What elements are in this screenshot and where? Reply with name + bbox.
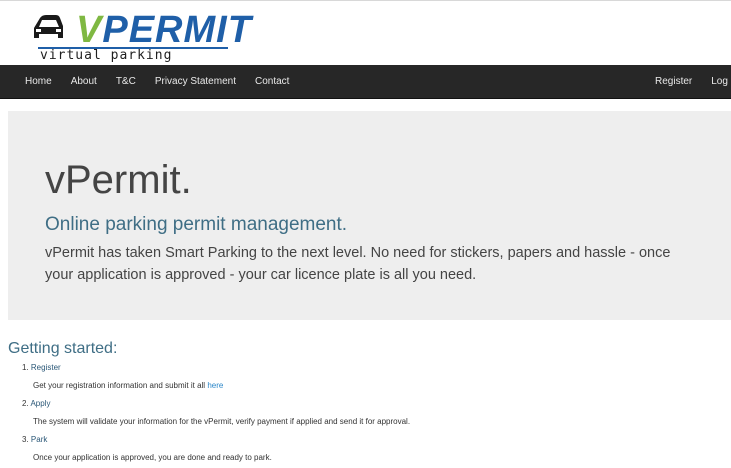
page: VPERMIT virtual parking permits Home Abo…: [0, 0, 731, 468]
navbar: Home About T&C Privacy Statement Contact…: [0, 65, 731, 99]
nav-right: Register Log in: [655, 65, 731, 98]
step-register: 1. Register: [22, 363, 61, 373]
nav-register[interactable]: Register: [655, 76, 692, 87]
step-description: The system will validate your informatio…: [33, 417, 411, 426]
getting-started-heading: Getting started:: [8, 340, 118, 357]
car-icon: [34, 15, 63, 38]
step-title: Apply: [30, 399, 51, 408]
nav-contact[interactable]: Contact: [255, 76, 289, 87]
step-number: 2.: [22, 399, 29, 408]
hero-section: vPermit. Online parking permit managemen…: [8, 111, 731, 320]
nav-home[interactable]: Home: [25, 76, 52, 87]
nav-privacy[interactable]: Privacy Statement: [155, 76, 236, 87]
nav-login[interactable]: Log in: [711, 76, 731, 87]
step-title: Park: [30, 435, 48, 444]
step-apply: 2. Apply: [22, 399, 50, 409]
nav-terms[interactable]: T&C: [116, 76, 136, 87]
logo-wordmark: VPERMIT: [76, 9, 252, 51]
step-number: 1.: [22, 363, 29, 372]
hero-title: vPermit.: [45, 158, 192, 202]
step-title: Register: [30, 363, 61, 372]
hero-description: vPermit has taken Smart Parking to the n…: [45, 245, 671, 283]
step-text: Get your registration information and su…: [33, 381, 208, 390]
hero-subtitle: Online parking permit management.: [45, 214, 348, 235]
step-description: Get your registration information and su…: [33, 381, 223, 391]
register-here-link[interactable]: here: [207, 381, 223, 390]
nav-about[interactable]: About: [71, 76, 97, 87]
nav-left: Home About T&C Privacy Statement Contact: [25, 65, 308, 98]
step-description: Once your application is approved, you a…: [33, 453, 272, 462]
site-logo[interactable]: VPERMIT virtual parking permits: [30, 10, 251, 79]
top-border: [0, 0, 731, 1]
step-park: 3. Park: [22, 435, 47, 445]
step-number: 3.: [22, 435, 29, 444]
